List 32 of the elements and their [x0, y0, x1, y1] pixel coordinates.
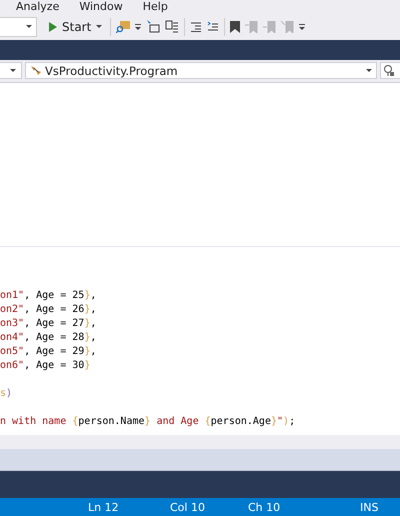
- overflow-icon[interactable]: [299, 24, 306, 30]
- pointer-box-icon[interactable]: [146, 20, 160, 34]
- overflow-icon[interactable]: [135, 24, 142, 30]
- indent-icon[interactable]: [207, 21, 220, 32]
- caret-icon[interactable]: [26, 24, 32, 29]
- code-line: on5", Age = 29},: [0, 346, 96, 357]
- column-number: Col 10: [170, 500, 206, 514]
- type-dropdown[interactable]: VsProductivity.Program: [25, 62, 377, 80]
- outdent-icon[interactable]: [190, 22, 202, 32]
- caret-icon[interactable]: [366, 68, 372, 73]
- start-button[interactable]: Start: [46, 18, 106, 36]
- code-line: s): [0, 388, 12, 399]
- folder-search-icon[interactable]: [116, 20, 130, 34]
- char-number: Ch 10: [248, 500, 282, 514]
- insert-mode: INS: [360, 500, 380, 514]
- code-line: on1", Age = 25},: [0, 290, 96, 301]
- code-line: on6", Age = 30}: [0, 360, 90, 371]
- code-line: on2", Age = 26},: [0, 304, 96, 315]
- menu-item[interactable]: Help: [136, 0, 174, 14]
- list-icon[interactable]: [165, 20, 180, 34]
- bookmark-icon[interactable]: [230, 20, 240, 33]
- caret-icon[interactable]: [96, 24, 102, 29]
- menu-item[interactable]: Analyze: [10, 0, 66, 14]
- code-line: n with name {person.Name} and Age {person.Age}");: [0, 416, 296, 427]
- line-number: Ln 12: [88, 500, 120, 514]
- menu-item[interactable]: Window: [73, 0, 129, 14]
- member-icon: [383, 64, 395, 77]
- member-dropdown[interactable]: [380, 62, 400, 80]
- code-line: on3", Age = 27},: [0, 318, 96, 329]
- play-icon: [49, 22, 57, 32]
- caret-icon[interactable]: [10, 68, 16, 73]
- code-line: on4", Age = 28},: [0, 332, 96, 343]
